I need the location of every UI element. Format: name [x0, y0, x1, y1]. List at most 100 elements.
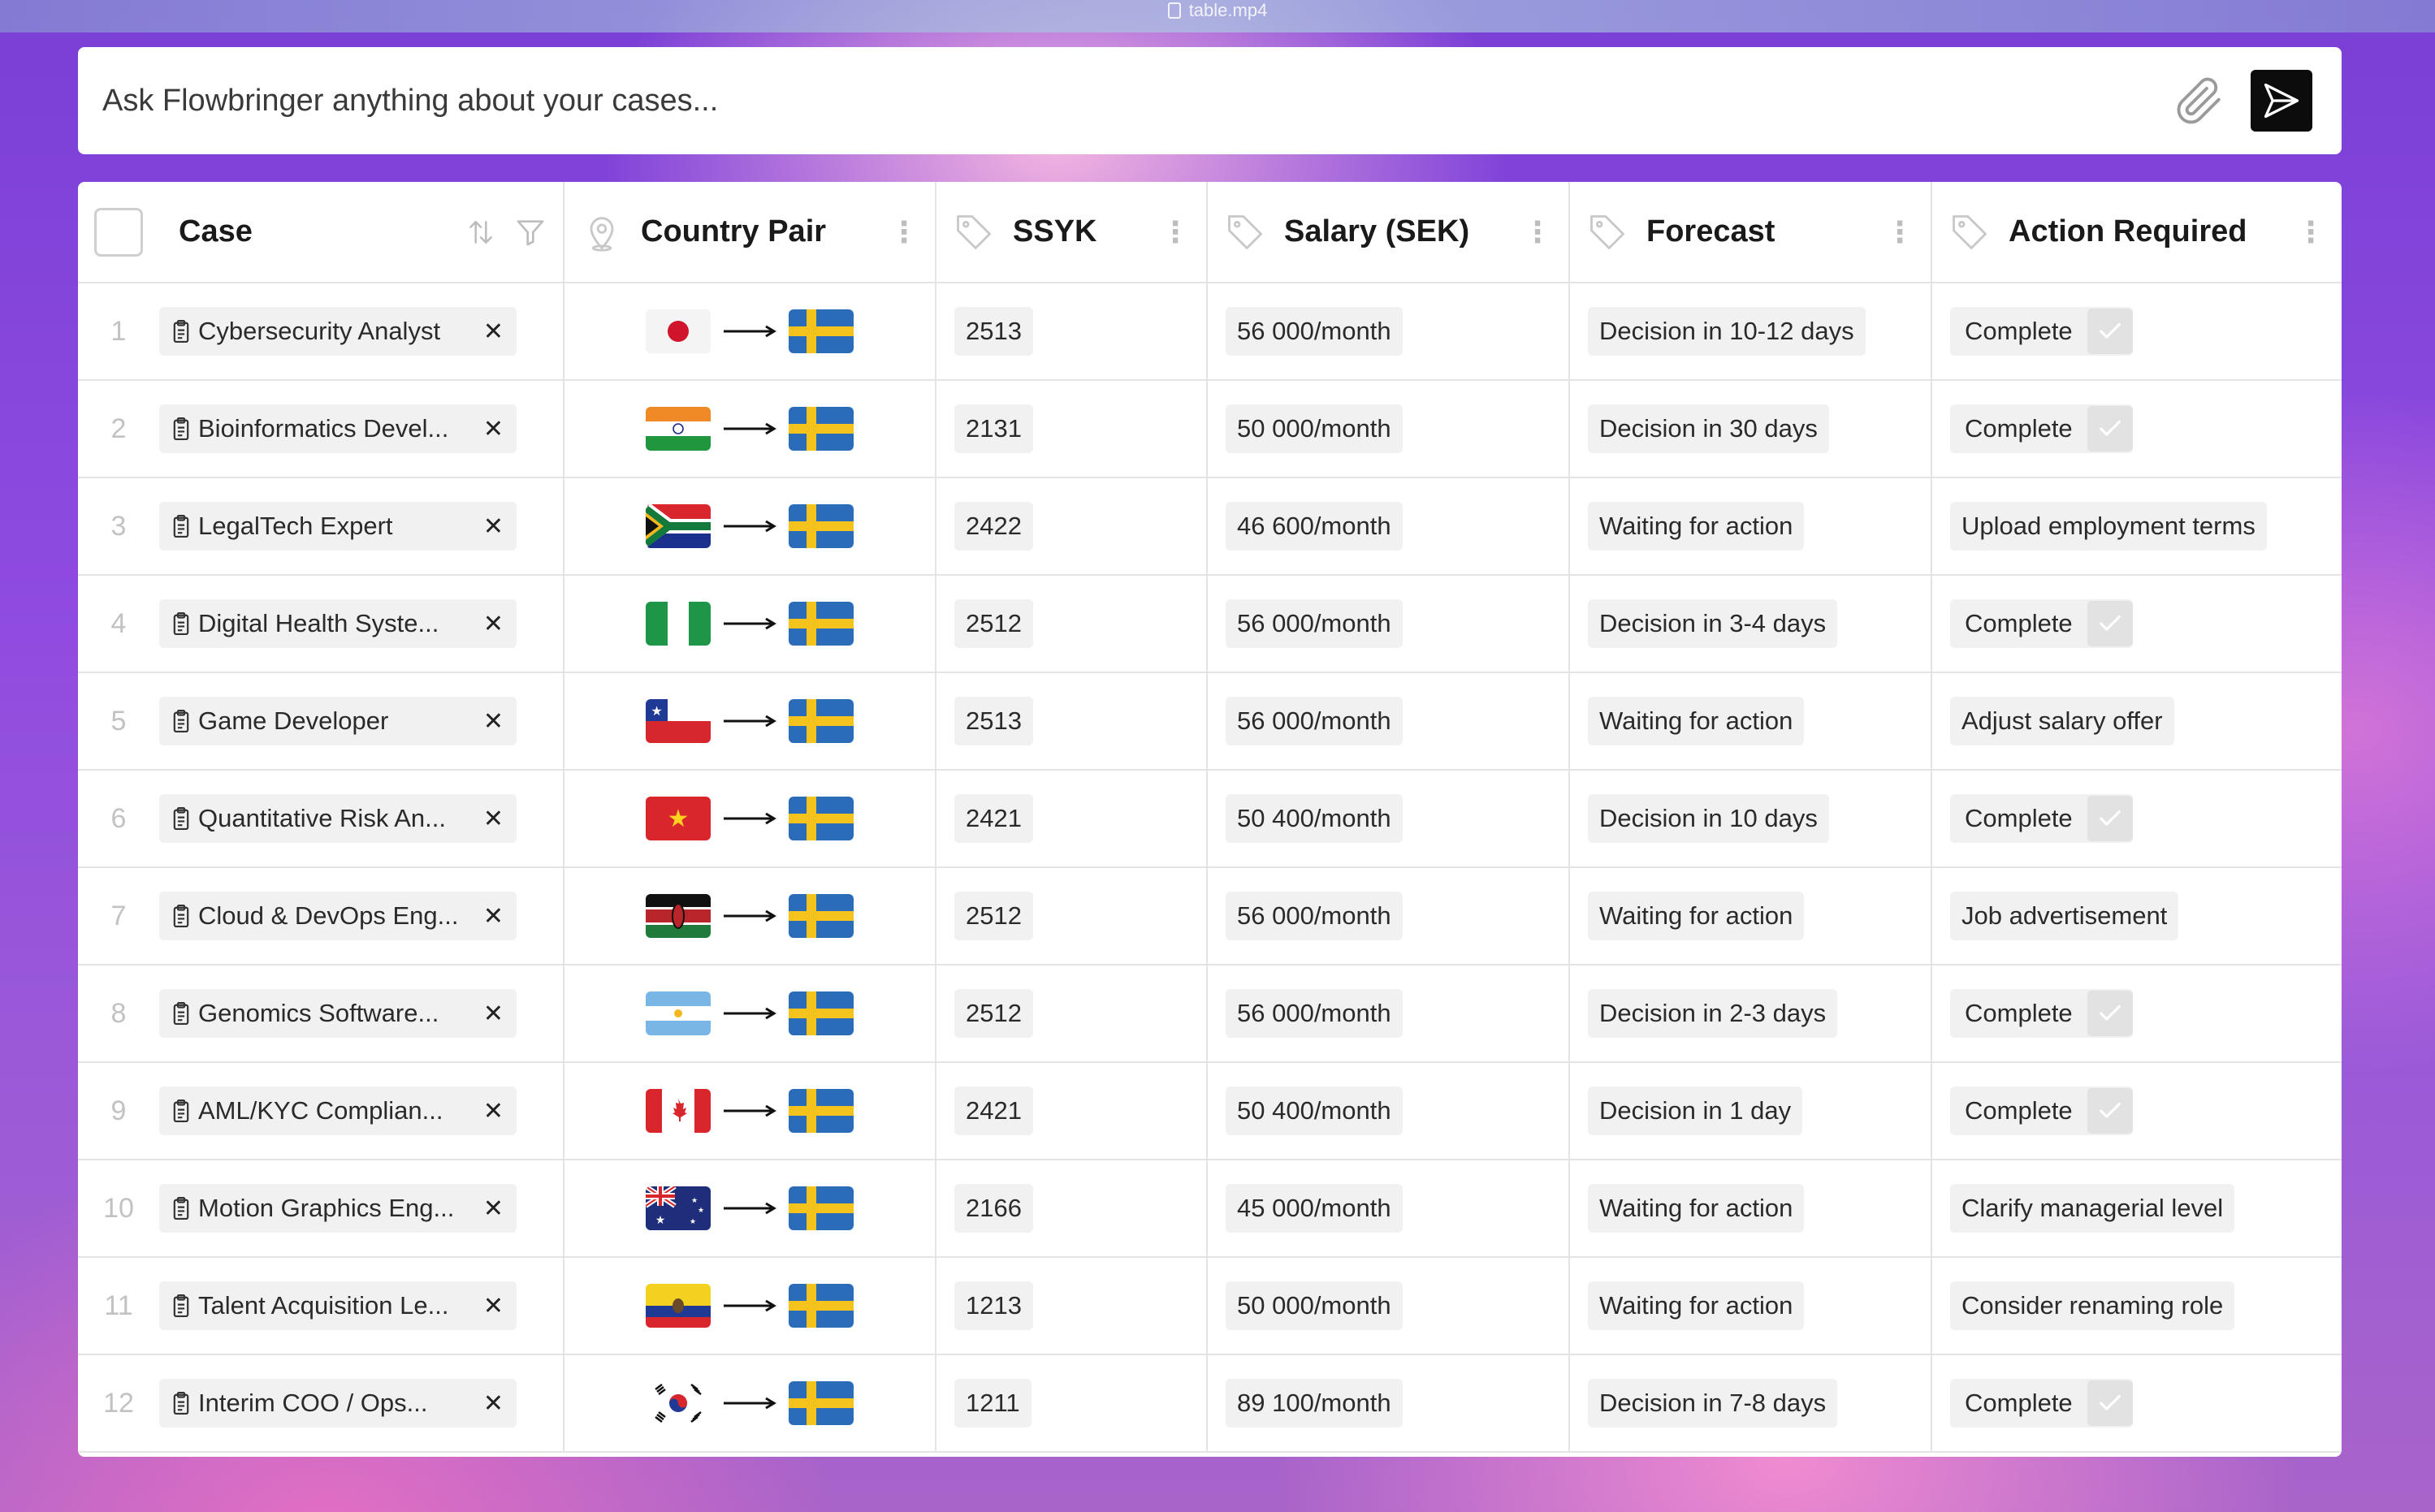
country-pair-cell: ★ ★ ★ ★: [564, 1160, 936, 1258]
checkmark-icon[interactable]: [2087, 796, 2133, 841]
table-row[interactable]: 1 Cybersecurity Analyst ✕ 2513 56 000/mo…: [78, 283, 2342, 381]
action-required-chip[interactable]: Consider renaming role: [1950, 1281, 2235, 1330]
ssyk-chip: 2513: [954, 697, 1033, 745]
attach-button[interactable]: [2169, 71, 2228, 130]
send-button[interactable]: [2251, 70, 2312, 132]
table-row[interactable]: 9 AML/KYC Complian... ✕ 2421 50 400/mont…: [78, 1062, 2342, 1160]
arrow-right-icon: [724, 1104, 776, 1117]
salary-cell: 56 000/month: [1207, 867, 1570, 966]
sort-icon[interactable]: [465, 214, 496, 250]
tag-icon: [1228, 214, 1262, 249]
case-chip[interactable]: Game Developer ✕: [159, 697, 517, 745]
ask-input[interactable]: [102, 83, 2169, 119]
action-cell: Job advertisement: [1931, 867, 2342, 966]
column-header-case: Case: [78, 182, 564, 283]
ssyk-cell: 2512: [936, 867, 1208, 966]
case-chip[interactable]: Talent Acquisition Le... ✕: [159, 1281, 517, 1330]
complete-label: Complete: [1965, 1096, 2073, 1125]
table-row[interactable]: 5 Game Developer ✕ ★ 2513 56 000/month W…: [78, 672, 2342, 771]
table-row[interactable]: 10 Motion Graphics Eng... ✕ ★ ★ ★ ★ 2166 45…: [78, 1160, 2342, 1258]
row-number: 10: [103, 1192, 134, 1224]
forecast-chip: Waiting for action: [1588, 1184, 1805, 1233]
remove-case-icon[interactable]: ✕: [483, 1097, 504, 1125]
case-chip[interactable]: Interim COO / Ops... ✕: [159, 1379, 517, 1428]
salary-cell: 56 000/month: [1207, 672, 1570, 771]
case-chip[interactable]: LegalTech Expert ✕: [159, 502, 517, 551]
table-row[interactable]: 12 Interim COO / Ops... ✕ 1211 89 100/mo…: [78, 1354, 2342, 1453]
row-number: 12: [103, 1387, 134, 1419]
row-number: 1: [110, 315, 127, 347]
checkmark-icon[interactable]: [2087, 601, 2133, 646]
row-number: 5: [110, 705, 127, 737]
case-chip[interactable]: Motion Graphics Eng... ✕: [159, 1184, 517, 1233]
remove-case-icon[interactable]: ✕: [483, 1389, 504, 1418]
remove-case-icon[interactable]: ✕: [483, 707, 504, 736]
complete-badge: Complete: [1950, 1379, 2133, 1428]
arrow-right-icon: [724, 1202, 776, 1215]
remove-case-icon[interactable]: ✕: [483, 512, 504, 541]
case-chip[interactable]: Genomics Software... ✕: [159, 989, 517, 1038]
case-chip[interactable]: Quantitative Risk An... ✕: [159, 794, 517, 843]
table-row[interactable]: 4 Digital Health Syste... ✕ 2512 56 000/…: [78, 575, 2342, 673]
forecast-chip: Decision in 10-12 days: [1588, 307, 1866, 356]
case-chip[interactable]: Bioinformatics Devel... ✕: [159, 404, 517, 453]
clipboard-icon: [173, 1391, 189, 1415]
case-chip[interactable]: Cybersecurity Analyst ✕: [159, 307, 517, 356]
case-title: Cybersecurity Analyst: [198, 317, 441, 345]
case-chip[interactable]: Cloud & DevOps Eng... ✕: [159, 892, 517, 940]
remove-case-icon[interactable]: ✕: [483, 318, 504, 346]
remove-case-icon[interactable]: ✕: [483, 415, 504, 443]
checkmark-icon[interactable]: [2087, 309, 2133, 354]
checkmark-icon[interactable]: [2087, 991, 2133, 1036]
action-required-chip[interactable]: Adjust salary offer: [1950, 697, 2174, 745]
table-row[interactable]: 11 Talent Acquisition Le... ✕ 1213 50 00…: [78, 1257, 2342, 1355]
table-row[interactable]: 7 Cloud & DevOps Eng... ✕ 2512 56 000/mo…: [78, 867, 2342, 966]
forecast-cell: Waiting for action: [1569, 867, 1932, 966]
case-title: Game Developer: [198, 706, 389, 735]
ssyk-cell: 2421: [936, 770, 1208, 868]
checkmark-icon[interactable]: [2087, 1088, 2133, 1134]
origin-flag-icon: [646, 1284, 711, 1328]
clipboard-icon: [173, 1099, 189, 1123]
origin-flag-icon: ★: [646, 699, 711, 743]
forecast-chip: Decision in 7-8 days: [1588, 1379, 1838, 1428]
remove-case-icon[interactable]: ✕: [483, 1292, 504, 1320]
remove-case-icon[interactable]: ✕: [483, 805, 504, 833]
checkmark-icon[interactable]: [2087, 1380, 2133, 1426]
column-menu-icon[interactable]: ⋮: [1523, 217, 1552, 247]
case-title: Interim COO / Ops...: [198, 1389, 428, 1417]
filter-icon[interactable]: [514, 214, 547, 250]
case-title: Digital Health Syste...: [198, 609, 439, 637]
forecast-cell: Waiting for action: [1569, 1257, 1932, 1355]
country-pair-cell: [564, 1257, 936, 1355]
case-title: Talent Acquisition Le...: [198, 1291, 449, 1320]
column-menu-icon[interactable]: ⋮: [2296, 217, 2325, 247]
remove-case-icon[interactable]: ✕: [483, 1000, 504, 1028]
column-menu-icon[interactable]: ⋮: [889, 217, 919, 247]
column-menu-icon[interactable]: ⋮: [1885, 217, 1914, 247]
origin-flag-icon: [646, 894, 711, 938]
select-all-checkbox[interactable]: [94, 207, 143, 257]
table-row[interactable]: 6 Quantitative Risk An... ✕ ★ 2421 50 40…: [78, 770, 2342, 868]
tag-icon: [957, 214, 991, 249]
action-required-chip[interactable]: Job advertisement: [1950, 892, 2179, 940]
table-row[interactable]: 3 LegalTech Expert ✕ 2422 46 600/month W…: [78, 477, 2342, 576]
origin-flag-icon: ★ ★ ★ ★: [646, 1186, 711, 1230]
remove-case-icon[interactable]: ✕: [483, 1194, 504, 1223]
forecast-chip: Waiting for action: [1588, 1281, 1805, 1330]
origin-flag-icon: [646, 504, 711, 548]
table-row[interactable]: 2 Bioinformatics Devel... ✕ 2131 50 000/…: [78, 380, 2342, 478]
action-required-chip[interactable]: Upload employment terms: [1950, 502, 2267, 551]
checkmark-icon[interactable]: [2087, 406, 2133, 451]
case-chip[interactable]: AML/KYC Complian... ✕: [159, 1086, 517, 1135]
salary-chip: 46 600/month: [1226, 502, 1403, 551]
case-chip[interactable]: Digital Health Syste... ✕: [159, 599, 517, 648]
column-label-country-pair: Country Pair: [641, 214, 827, 248]
remove-case-icon[interactable]: ✕: [483, 610, 504, 638]
salary-chip: 45 000/month: [1226, 1184, 1403, 1233]
column-menu-icon[interactable]: ⋮: [1161, 217, 1190, 247]
ssyk-chip: 2512: [954, 599, 1033, 648]
remove-case-icon[interactable]: ✕: [483, 902, 504, 931]
action-required-chip[interactable]: Clarify managerial level: [1950, 1184, 2235, 1233]
table-row[interactable]: 8 Genomics Software... ✕ 2512 56 000/mon…: [78, 965, 2342, 1063]
